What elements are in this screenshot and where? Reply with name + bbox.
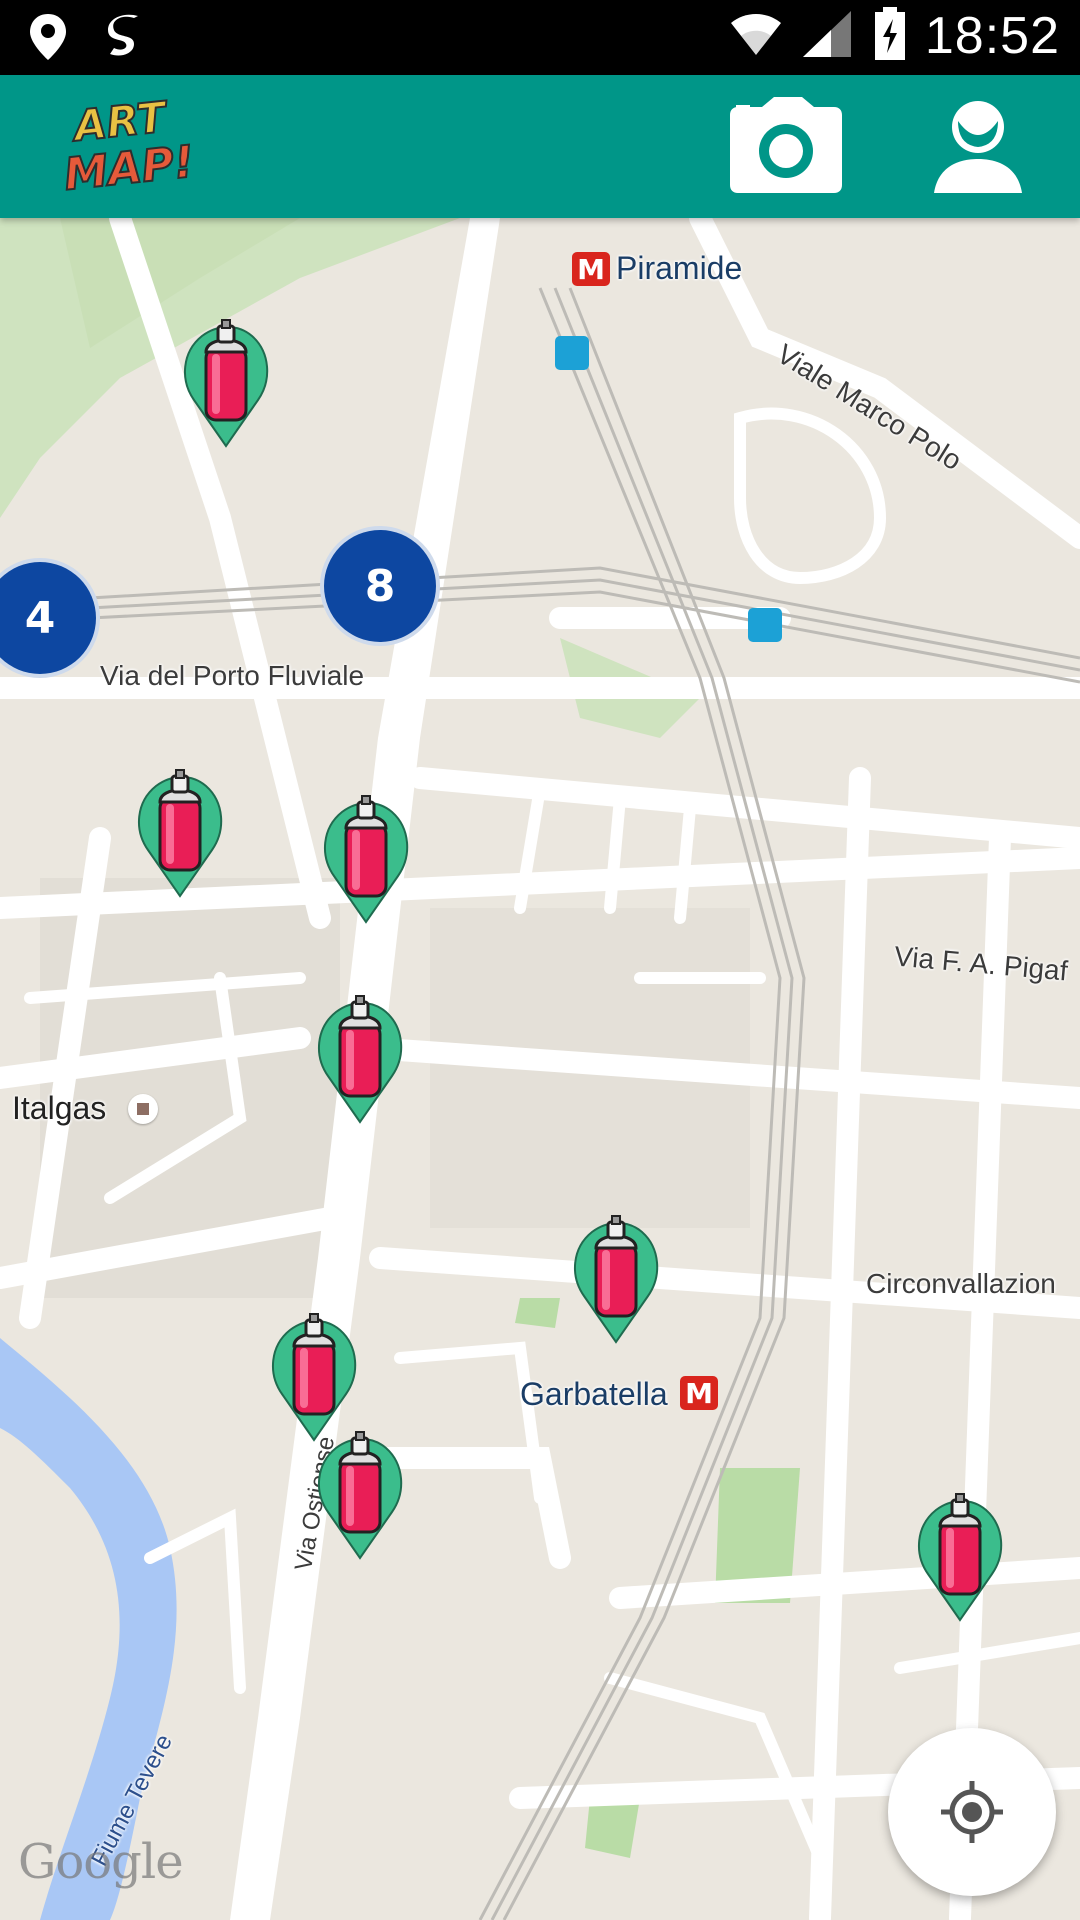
app-logo[interactable]: ART MAP! bbox=[61, 91, 198, 203]
status-clock: 18:52 bbox=[924, 7, 1060, 65]
person-icon bbox=[934, 101, 1022, 193]
app-root: 18:52 ART MAP! Piramide M Viale Marco Po… bbox=[0, 0, 1080, 1920]
label-circonvallazione: Circonvallazion bbox=[866, 1268, 1056, 1299]
label-piramide: Piramide bbox=[616, 250, 743, 286]
poi-icon bbox=[128, 1094, 158, 1124]
s-app-icon bbox=[104, 12, 144, 67]
label-via-porto-fluviale: Via del Porto Fluviale bbox=[100, 660, 365, 691]
status-bar: 18:52 bbox=[0, 0, 1080, 75]
battery-charging-icon bbox=[873, 6, 907, 66]
map-view[interactable]: Piramide M Viale Marco Polo Via del Port… bbox=[0, 218, 1080, 1920]
train-station-icon bbox=[555, 336, 589, 370]
label-garbatella: Garbatella bbox=[520, 1376, 668, 1412]
cluster-marker[interactable]: 8 bbox=[320, 526, 440, 646]
spray-can-icon bbox=[183, 319, 269, 448]
spray-marker[interactable] bbox=[310, 1420, 410, 1560]
wifi-icon bbox=[729, 9, 783, 64]
train-station-icon bbox=[748, 608, 782, 642]
my-location-button[interactable] bbox=[888, 1728, 1056, 1896]
spray-can-icon bbox=[573, 1215, 659, 1344]
spray-marker[interactable] bbox=[310, 984, 410, 1124]
metro-badge-piramide: M bbox=[572, 252, 610, 286]
location-icon bbox=[28, 12, 68, 67]
camera-icon bbox=[730, 97, 842, 193]
spray-can-icon bbox=[917, 1493, 1003, 1622]
spray-marker[interactable] bbox=[910, 1482, 1010, 1622]
signal-icon bbox=[801, 9, 855, 64]
spray-can-icon bbox=[323, 795, 409, 924]
spray-marker[interactable] bbox=[176, 308, 276, 448]
profile-button[interactable] bbox=[928, 97, 1028, 197]
map-canvas bbox=[0, 218, 1080, 1920]
spray-can-icon bbox=[317, 1431, 403, 1560]
spray-can-icon bbox=[137, 769, 223, 898]
spray-marker[interactable] bbox=[316, 784, 416, 924]
spray-marker[interactable] bbox=[566, 1204, 666, 1344]
camera-button[interactable] bbox=[728, 97, 844, 197]
spray-marker[interactable] bbox=[130, 758, 230, 898]
google-attribution: Google bbox=[18, 1834, 184, 1890]
my-location-icon bbox=[941, 1781, 1003, 1843]
metro-badge-garbatella: M bbox=[680, 1376, 718, 1410]
label-italgas: Italgas bbox=[12, 1090, 107, 1126]
app-bar: ART MAP! bbox=[0, 75, 1080, 218]
spray-can-icon bbox=[317, 995, 403, 1124]
